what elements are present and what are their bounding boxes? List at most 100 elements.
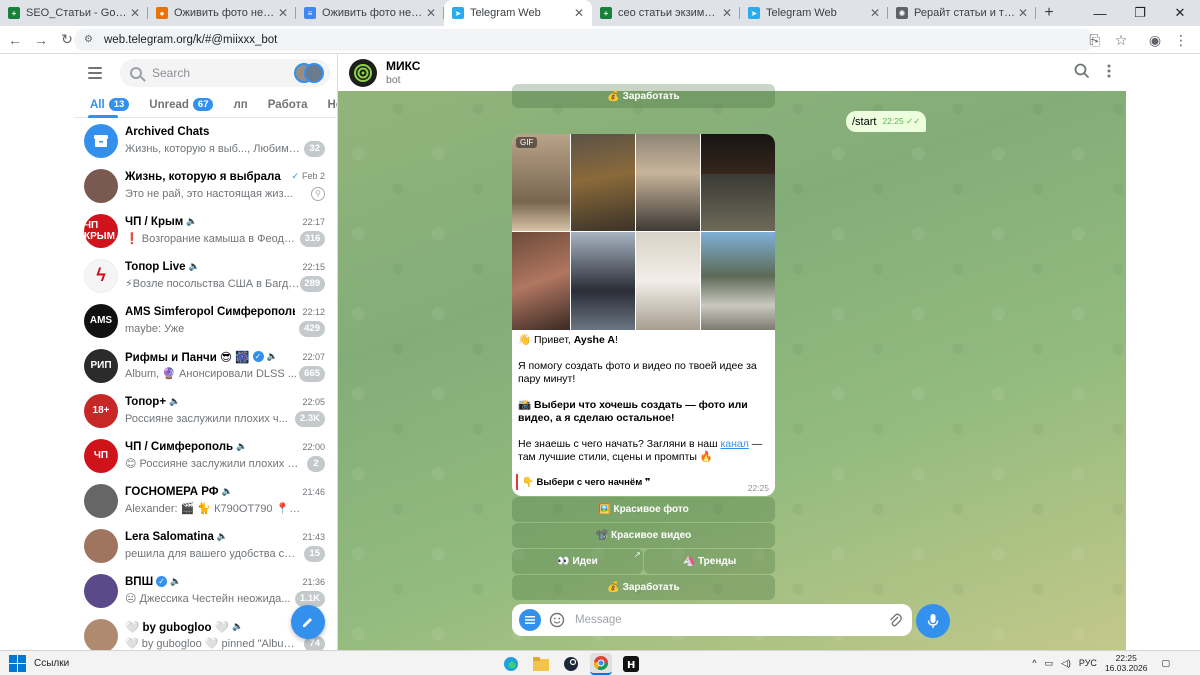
chat-list-item[interactable]: ϟ Топор Live 🔈 22:15 ⚡Возле посольства США в…	[74, 253, 337, 298]
chat-preview: ⚡Возле посольства США в Багда...	[125, 278, 300, 290]
volume-icon[interactable]: ◁)	[1061, 658, 1071, 669]
beautiful-photo-button[interactable]: 🖼️ Красивое фото	[512, 497, 775, 522]
app-h-icon[interactable]: H	[620, 653, 642, 675]
close-tab-icon[interactable]: ✕	[128, 6, 142, 20]
folder-tab[interactable]: Новости	[328, 99, 337, 111]
browser-tab[interactable]: ➤ Telegram Web ✕	[740, 0, 888, 26]
browser-tab[interactable]: ≡ Оживить фото нейросетью бесплатно✕	[296, 0, 444, 26]
browser-tab[interactable]: + сео статьи экзимная пудра - Google✕	[592, 0, 740, 26]
earn-button-previous[interactable]: 💰 Заработать	[512, 84, 775, 108]
search-box[interactable]	[120, 59, 330, 87]
site-info-icon[interactable]: ⚙	[84, 34, 96, 46]
browser-tab[interactable]: ● Оживить фото нейросеть бесплатно✕	[148, 0, 296, 26]
address-bar[interactable]: ⚙ web.telegram.org/k/#@miixxx_bot	[74, 29, 1094, 51]
tab-favicon-icon: ✺	[896, 7, 908, 19]
folder-tabs: All13 Unread67 лп Работа Новости	[74, 92, 337, 118]
chat-list-item[interactable]: ЧП КРЫМ ЧП / Крым 🔈 22:17 ❗ Возгорание камыш…	[74, 208, 337, 253]
search-icon[interactable]	[1074, 63, 1090, 79]
new-tab-button[interactable]: +	[1036, 0, 1062, 26]
file-explorer-icon[interactable]	[530, 653, 552, 675]
folder-tab[interactable]: All 13	[90, 98, 130, 111]
unread-badge: 2	[307, 455, 325, 472]
trends-button[interactable]: 🦄 Тренды	[644, 549, 775, 574]
profile-icon[interactable]: ◉	[1142, 27, 1168, 53]
close-tab-icon[interactable]: ✕	[276, 6, 290, 20]
clock[interactable]: 22:25 16.03.2026	[1105, 653, 1148, 673]
folder-tab[interactable]: лп	[233, 99, 247, 111]
close-window-icon[interactable]: ✕	[1160, 0, 1200, 26]
emoji-icon[interactable]	[549, 612, 565, 628]
chrome-icon[interactable]	[590, 653, 612, 675]
edge-icon[interactable]	[500, 653, 522, 675]
chat-name: ЧП / Крым	[125, 215, 184, 228]
close-tab-icon[interactable]: ✕	[424, 6, 438, 20]
svg-text:H: H	[627, 660, 635, 671]
muted-icon: 🔈	[266, 351, 278, 361]
forward-icon[interactable]: →	[28, 27, 54, 53]
chat-avatar: AMS	[84, 303, 118, 338]
beautiful-video-button[interactable]: 📽️ Красивое видео	[512, 523, 775, 548]
maximize-icon[interactable]: ❐	[1120, 0, 1160, 26]
minimize-icon[interactable]: —	[1080, 0, 1120, 26]
chat-list-item[interactable]: ВПШ ✓ 🔈 21:36 😐 Джессика Честейн неожида... 1…	[74, 568, 337, 613]
tab-favicon-icon: ➤	[748, 7, 760, 19]
message-input[interactable]	[575, 614, 865, 626]
chat-list-item[interactable]: Lera Salomatina 🔈 21:43 решила для вашего у…	[74, 523, 337, 568]
taskbar-links[interactable]: Ссылки	[34, 658, 69, 669]
language-indicator[interactable]: РУС	[1079, 658, 1097, 668]
hamburger-menu-icon[interactable]	[88, 63, 108, 83]
close-tab-icon[interactable]: ✕	[720, 6, 734, 20]
chat-list-item[interactable]: РИП Рифмы и Панчи 😎 🎆 ✓ 🔈 22:07 Album, 🔮 Анон…	[74, 343, 337, 388]
folder-tab[interactable]: Unread 67	[149, 98, 214, 111]
close-tab-icon[interactable]: ✕	[1016, 6, 1030, 20]
chat-list-item[interactable]: ГОСНОМЕРА РФ 🔈 21:46 Alexander: 🎬 🐈 К790ОТ7…	[74, 478, 337, 523]
bookmark-star-icon[interactable]: ☆	[1108, 27, 1134, 53]
menu-icon	[525, 616, 535, 624]
channel-link[interactable]: канал	[720, 438, 748, 450]
chat-name: Топор+	[125, 395, 167, 408]
chat-name: ВПШ	[125, 575, 154, 588]
search-icon	[130, 67, 142, 79]
message-composer	[512, 604, 912, 636]
browser-tab[interactable]: ✺ Рерайт статьи и требования✕	[888, 0, 1036, 26]
chat-name: 🤍 by gubogloo 🤍	[125, 621, 230, 634]
earn-button[interactable]: 💰 Заработать	[512, 575, 775, 600]
unread-badge: 289	[299, 275, 325, 292]
close-tab-icon[interactable]: ✕	[572, 6, 586, 20]
browser-tab[interactable]: + SEO_Статьи - Google Таблицы✕	[0, 0, 148, 26]
chat-list-item[interactable]: Жизнь, которую я выбрала ✓ Feb 2 Это не рай…	[74, 163, 337, 208]
tray-chevron-icon[interactable]: ^	[1032, 658, 1036, 668]
network-icon[interactable]: ▭	[1044, 658, 1053, 669]
avatar-text: ЧП	[93, 450, 109, 461]
chat-preview: 😐 Джессика Честейн неожида...	[125, 593, 291, 605]
gif-collage[interactable]: GIF	[512, 134, 775, 330]
browser-tab-strip: +SEO_Статьи - Google Таблицы✕●Оживить фо…	[0, 0, 1200, 26]
install-app-icon[interactable]: ⎘	[1082, 27, 1108, 53]
chat-list-item[interactable]: ЧП ЧП / Симферополь 🔈 22:00 😊 Россияне заслу…	[74, 433, 337, 478]
bot-menu-button[interactable]	[519, 609, 541, 631]
back-icon[interactable]: ←	[2, 27, 28, 53]
bot-avatar[interactable]	[349, 58, 377, 87]
folder-tab[interactable]: Работа	[268, 99, 308, 111]
ideas-button[interactable]: 👀 Идеи	[512, 549, 643, 574]
new-message-button[interactable]	[291, 605, 325, 639]
tab-favicon-icon: ≡	[304, 7, 316, 19]
stories-avatars[interactable]	[294, 61, 326, 85]
notifications-icon[interactable]: ▢	[1161, 658, 1170, 669]
outgoing-text: /start	[852, 115, 877, 128]
browser-tab[interactable]: ➤ Telegram Web ✕	[444, 0, 592, 26]
attach-icon[interactable]	[888, 612, 902, 628]
unread-badge: 665	[299, 365, 325, 382]
steam-icon[interactable]	[560, 653, 582, 675]
spiral-logo-icon	[354, 63, 372, 82]
search-input[interactable]	[152, 66, 282, 80]
more-options-icon[interactable]	[1106, 63, 1112, 79]
chat-list-item[interactable]: AMSAMS Simferopol Симферополь🔈22:12maybe…	[74, 298, 337, 343]
chat-list-item[interactable]: Archived Chats Жизнь, которую я выб..., Л…	[74, 118, 337, 163]
browser-menu-icon[interactable]: ⋮	[1168, 27, 1194, 53]
windows-start-icon[interactable]	[6, 652, 28, 674]
folder-label: All	[90, 98, 105, 111]
close-tab-icon[interactable]: ✕	[868, 6, 882, 20]
chat-list-item[interactable]: 18+ Топор+ 🔈 22:05 Россияне заслужили плохих…	[74, 388, 337, 433]
voice-record-button[interactable]	[916, 604, 950, 638]
